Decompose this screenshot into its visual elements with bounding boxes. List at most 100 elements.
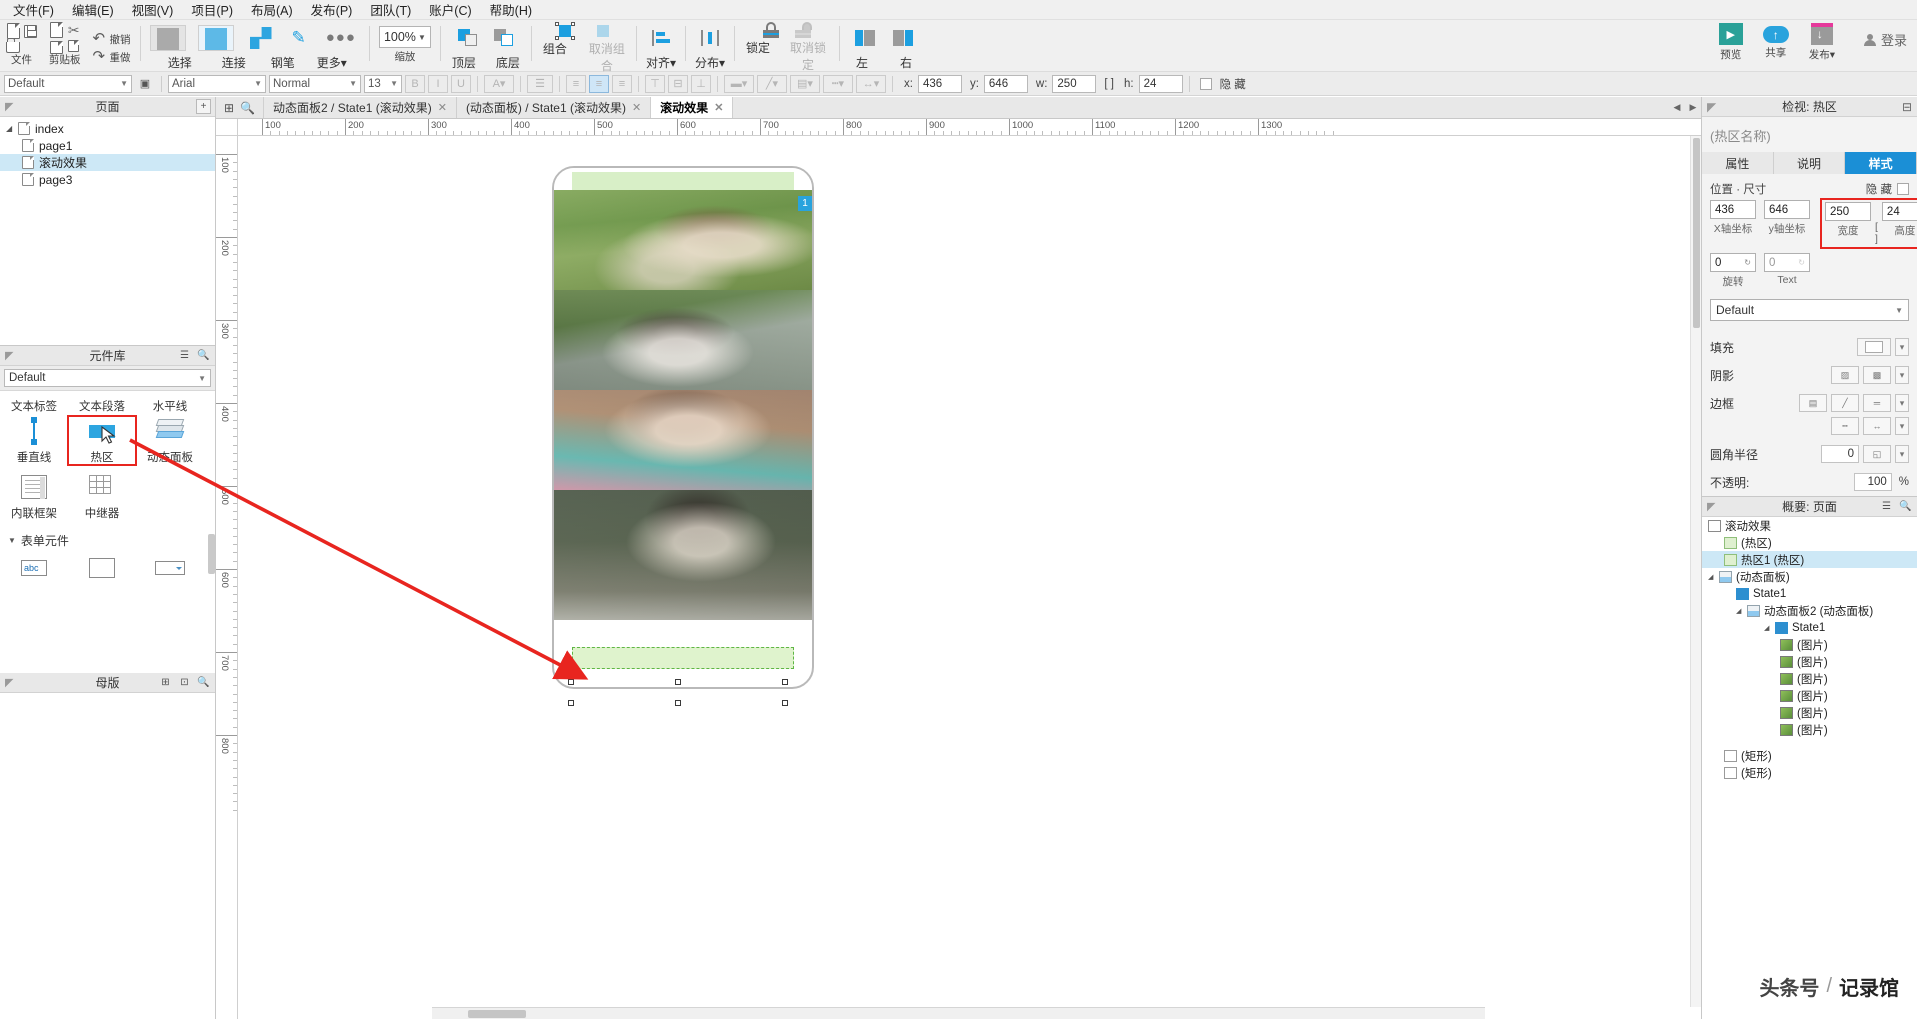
outline-row-image-2[interactable]: (图片) xyxy=(1702,653,1917,670)
expand-icon[interactable]: ⊟ xyxy=(1902,100,1912,114)
rotate-input[interactable]: 0 ↻ xyxy=(1710,253,1756,272)
widget-text-field[interactable]: abc xyxy=(0,553,68,583)
search-icon[interactable]: 🔍 xyxy=(196,675,211,690)
outline-root[interactable]: 滚动效果 xyxy=(1702,517,1917,534)
photo-girl-standing[interactable] xyxy=(554,490,812,620)
list-button[interactable]: ☰ xyxy=(527,74,553,93)
share-button[interactable]: ↑ 共享 xyxy=(1755,20,1797,60)
distribute-icon[interactable] xyxy=(700,30,720,46)
fill-color-button[interactable] xyxy=(1857,338,1891,356)
menu-item-file[interactable]: 文件(F) xyxy=(4,0,63,21)
outline-row-rect-2[interactable]: (矩形) xyxy=(1702,764,1917,781)
valign-bottom-button[interactable]: ⊥ xyxy=(691,74,711,93)
inner-shadow-button[interactable]: ▩ xyxy=(1863,366,1891,384)
outline-row-dynamic-panel[interactable]: ◢ (动态面板) xyxy=(1702,568,1917,585)
new-page-icon[interactable] xyxy=(6,23,20,39)
outline-row-state1-b[interactable]: ◢ State1 xyxy=(1702,619,1917,636)
menu-item-account[interactable]: 账户(C) xyxy=(420,0,480,21)
align-left-icon[interactable] xyxy=(855,30,876,46)
publish-button[interactable]: ↓ 发布▾ xyxy=(1801,20,1843,62)
handle-bottom-right[interactable] xyxy=(782,700,788,706)
border-dash-button[interactable]: ┅ xyxy=(1831,417,1859,435)
shadow-more-icon[interactable]: ▾ xyxy=(1895,366,1909,384)
collapse-icon[interactable]: ◤ xyxy=(5,349,13,362)
widget-inline-frame[interactable]: 内联框架 xyxy=(0,472,68,521)
widget-repeater[interactable]: 中继器 xyxy=(68,472,136,521)
page-item-page3[interactable]: page3 xyxy=(0,171,215,188)
outline-row-image-4[interactable]: (图片) xyxy=(1702,687,1917,704)
tab-scroll-right-icon[interactable]: ▶ xyxy=(1685,97,1701,118)
close-icon[interactable]: ✕ xyxy=(714,101,723,114)
lock-icon[interactable] xyxy=(763,22,780,39)
collapse-icon[interactable]: ◤ xyxy=(1707,500,1715,513)
undo-button[interactable]: 撤销 xyxy=(93,29,131,47)
close-icon[interactable]: ✕ xyxy=(632,101,641,114)
widget-dynamic-panel[interactable]: 动态面板 xyxy=(136,416,204,465)
corner-more-icon[interactable]: ▾ xyxy=(1895,445,1909,463)
page-item-index[interactable]: ◢ index xyxy=(0,120,215,137)
inspector-widget-name[interactable]: (热区名称) xyxy=(1702,117,1917,152)
text-rotate-input[interactable]: 0 ↻ xyxy=(1764,253,1810,272)
hidden-checkbox[interactable] xyxy=(1199,77,1212,90)
corner-radius-input[interactable]: 0 xyxy=(1821,445,1859,463)
login-button[interactable]: 登录 xyxy=(1863,20,1907,49)
y-input[interactable]: 646 xyxy=(983,74,1028,93)
underline-button[interactable]: U xyxy=(451,74,471,93)
font-color-button[interactable]: A▾ xyxy=(484,74,514,93)
widget-library-select[interactable]: Default ▼ xyxy=(4,369,211,387)
line-width-button[interactable]: ▤▾ xyxy=(790,74,820,93)
expand-caret-icon[interactable]: ◢ xyxy=(1708,573,1719,581)
scissors-icon[interactable]: ✂ xyxy=(68,23,80,37)
border-more-icon[interactable]: ▾ xyxy=(1895,394,1909,412)
outline-row-hotspot[interactable]: (热区) xyxy=(1702,534,1917,551)
hidden-toggle[interactable]: 隐 藏 xyxy=(1866,181,1909,197)
scrollbar-thumb[interactable] xyxy=(1693,138,1700,328)
tool-select[interactable] xyxy=(149,25,186,51)
collapse-icon[interactable]: ◤ xyxy=(1707,100,1716,114)
add-view-icon[interactable]: ⊞ xyxy=(224,101,234,115)
hamburger-icon[interactable]: ☰ xyxy=(177,348,192,363)
tab-dynamic-panel[interactable]: (动态面板) / State1 (滚动效果) ✕ xyxy=(456,97,652,118)
form-widgets-section[interactable]: ▼ 表单元件 xyxy=(0,528,215,553)
font-size-select[interactable]: 13 ▼ xyxy=(364,74,402,93)
ratio-lock-icon[interactable]: [ ] xyxy=(1104,78,1114,90)
collapse-icon[interactable]: ◤ xyxy=(5,100,13,113)
opacity-input[interactable]: 100 xyxy=(1853,473,1892,491)
corner-style-button[interactable]: ◱ xyxy=(1863,445,1891,463)
search-icon[interactable]: 🔍 xyxy=(196,348,211,363)
pen-shape-icon[interactable] xyxy=(249,27,272,49)
border-arrow-button[interactable]: ↔ xyxy=(1863,417,1891,435)
menu-item-edit[interactable]: 编辑(E) xyxy=(63,0,123,21)
search-icon[interactable]: 🔍 xyxy=(240,101,255,115)
align-icon[interactable] xyxy=(651,30,671,46)
expand-caret-icon[interactable]: ◢ xyxy=(6,124,18,133)
w-input[interactable]: 250 xyxy=(1825,202,1871,221)
handle-top-right[interactable] xyxy=(782,679,788,685)
tab-scroll-effect[interactable]: 滚动效果 ✕ xyxy=(651,97,734,118)
search-icon[interactable]: 🔍 xyxy=(1898,499,1913,514)
redo-button[interactable]: 重做 xyxy=(93,47,131,65)
outline-row-state1-a[interactable]: State1 xyxy=(1702,585,1917,602)
x-input[interactable]: 436 xyxy=(1710,200,1756,219)
selected-hotspot-region[interactable] xyxy=(572,647,794,669)
border-width-button[interactable]: ═ xyxy=(1863,394,1891,412)
copy-icon[interactable] xyxy=(68,40,80,52)
border-style-button[interactable]: ▤ xyxy=(1799,394,1827,412)
group-icon[interactable] xyxy=(554,22,575,40)
add-folder-icon[interactable]: ⊡ xyxy=(177,675,192,690)
font-family-select[interactable]: Arial ▼ xyxy=(168,74,266,93)
italic-button[interactable]: I xyxy=(428,74,448,93)
menu-item-help[interactable]: 帮助(H) xyxy=(481,0,541,21)
h-input[interactable]: 24 xyxy=(1881,202,1917,221)
cut-page-icon[interactable] xyxy=(49,22,63,38)
link-ratio-icon[interactable]: [ ] xyxy=(1875,221,1878,245)
send-back-icon[interactable] xyxy=(493,29,514,47)
handle-top-left[interactable] xyxy=(568,679,574,685)
expand-caret-icon[interactable]: ◢ xyxy=(1764,624,1775,632)
tool-pen[interactable]: ✎ xyxy=(288,28,310,48)
tool-connect[interactable] xyxy=(197,25,234,51)
style-preset-select[interactable]: Default ▼ xyxy=(1710,299,1909,321)
widget-hotspot[interactable]: 热区 xyxy=(67,415,137,466)
w-input[interactable]: 250 xyxy=(1052,74,1097,93)
outer-shadow-button[interactable]: ▨ xyxy=(1831,366,1859,384)
